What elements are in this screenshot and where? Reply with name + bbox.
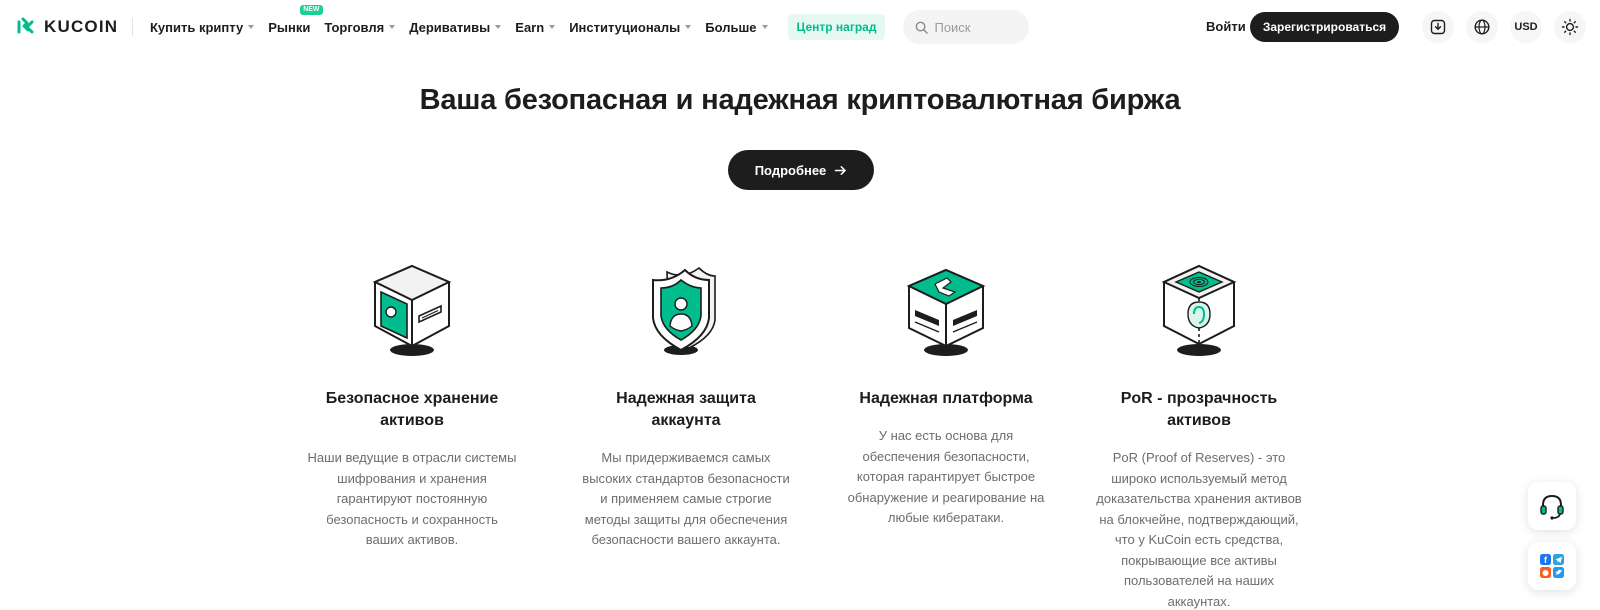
chevron-down-icon bbox=[248, 25, 255, 29]
nav-item-markets[interactable]: Рынки NEW bbox=[268, 4, 323, 35]
feature-illustration bbox=[841, 262, 1051, 362]
chevron-down-icon bbox=[761, 25, 768, 29]
feature-title: Надежная защита аккаунта bbox=[616, 390, 756, 429]
feature-description: PoR (Proof of Reserves) - это широко исп… bbox=[1096, 450, 1302, 609]
nav-item-label: Торговля bbox=[324, 19, 385, 35]
chevron-down-icon bbox=[389, 25, 396, 29]
register-button[interactable]: Зарегистрироваться bbox=[1250, 12, 1399, 42]
kucoin-logo[interactable]: KUCOIN bbox=[16, 15, 118, 39]
nav-item-buy-crypto[interactable]: Купить крипту bbox=[150, 19, 255, 35]
safe-storage-icon bbox=[372, 264, 452, 356]
search-box[interactable] bbox=[903, 10, 1030, 44]
feature-illustration bbox=[581, 262, 791, 362]
brand-name: KUCOIN bbox=[44, 17, 119, 36]
social-links-button[interactable]: f bbox=[1528, 542, 1576, 590]
feature-description: Наши ведущие в отрасли системы шифровани… bbox=[307, 450, 517, 547]
platform-server-icon bbox=[906, 268, 986, 356]
feature-illustration bbox=[307, 262, 517, 362]
feature-title: PoR - прозрачность активов bbox=[1120, 390, 1278, 429]
chevron-down-icon bbox=[549, 25, 556, 29]
globe-icon bbox=[1474, 19, 1490, 35]
download-icon bbox=[1430, 19, 1446, 35]
login-link[interactable]: Войти bbox=[1206, 19, 1246, 34]
rewards-center-link[interactable]: Центр наград bbox=[787, 14, 886, 40]
sun-icon bbox=[1561, 18, 1579, 36]
language-button[interactable] bbox=[1466, 11, 1498, 43]
feature-card-safe-storage: Безопасное хранение активов Наши ведущие… bbox=[307, 262, 517, 551]
new-badge: NEW bbox=[300, 4, 323, 15]
nav-item-more[interactable]: Больше bbox=[705, 19, 768, 35]
learn-more-label: Подробнее bbox=[754, 162, 827, 178]
social-links-icon: f bbox=[1540, 554, 1564, 578]
nav-item-label: Деривативы bbox=[409, 19, 491, 35]
search-icon bbox=[916, 21, 929, 34]
nav-item-label: Рынки bbox=[268, 19, 311, 35]
main-nav: Купить крипту Рынки NEW Торговля Дериват… bbox=[150, 0, 1030, 54]
shield-user-icon bbox=[652, 266, 716, 355]
top-navbar: KUCOIN Купить крипту Рынки NEW Торговля … bbox=[0, 0, 1600, 54]
feature-card-proof-of-reserves: PoR - прозрачность активов PoR (Proof of… bbox=[1094, 262, 1304, 610]
chevron-down-icon bbox=[685, 25, 692, 29]
feature-description: У нас есть основа для обеспечения безопа… bbox=[847, 428, 1045, 525]
nav-item-derivatives[interactable]: Деривативы bbox=[409, 19, 502, 35]
search-input[interactable] bbox=[934, 19, 1015, 35]
nav-item-label: Earn bbox=[515, 19, 545, 35]
theme-toggle-button[interactable] bbox=[1554, 11, 1586, 43]
feature-title: Надежная платформа bbox=[859, 390, 1033, 407]
nav-item-trade[interactable]: Торговля bbox=[324, 19, 396, 35]
support-headset-icon bbox=[1540, 494, 1564, 520]
customer-support-button[interactable] bbox=[1528, 482, 1576, 530]
chevron-down-icon bbox=[495, 25, 502, 29]
feature-illustration bbox=[1094, 262, 1304, 362]
feature-card-account-protection: Надежная защита аккаунта Мы придерживаем… bbox=[581, 262, 791, 551]
feature-card-reliable-platform: Надежная платформа У нас есть основа для… bbox=[841, 262, 1051, 529]
page-title: Ваша безопасная и надежная криптовалютна… bbox=[419, 84, 1181, 116]
feature-title: Безопасное хранение активов bbox=[325, 390, 499, 429]
por-fingerprint-icon bbox=[1161, 264, 1237, 356]
nav-item-label: Институционалы bbox=[569, 19, 681, 35]
nav-item-label: Купить крипту bbox=[150, 19, 244, 35]
kucoin-logo-icon bbox=[17, 17, 34, 34]
nav-item-earn[interactable]: Earn bbox=[515, 19, 556, 35]
divider bbox=[132, 18, 133, 36]
currency-label: USD bbox=[1514, 21, 1538, 33]
learn-more-button[interactable]: Подробнее bbox=[728, 150, 874, 190]
arrow-right-icon bbox=[835, 165, 847, 175]
currency-button[interactable]: USD bbox=[1510, 11, 1542, 43]
nav-item-institutional[interactable]: Институционалы bbox=[569, 19, 692, 35]
download-app-button[interactable] bbox=[1422, 11, 1454, 43]
nav-item-label: Больше bbox=[705, 19, 757, 35]
feature-description: Мы придерживаемся самых высоких стандарт… bbox=[582, 450, 790, 547]
